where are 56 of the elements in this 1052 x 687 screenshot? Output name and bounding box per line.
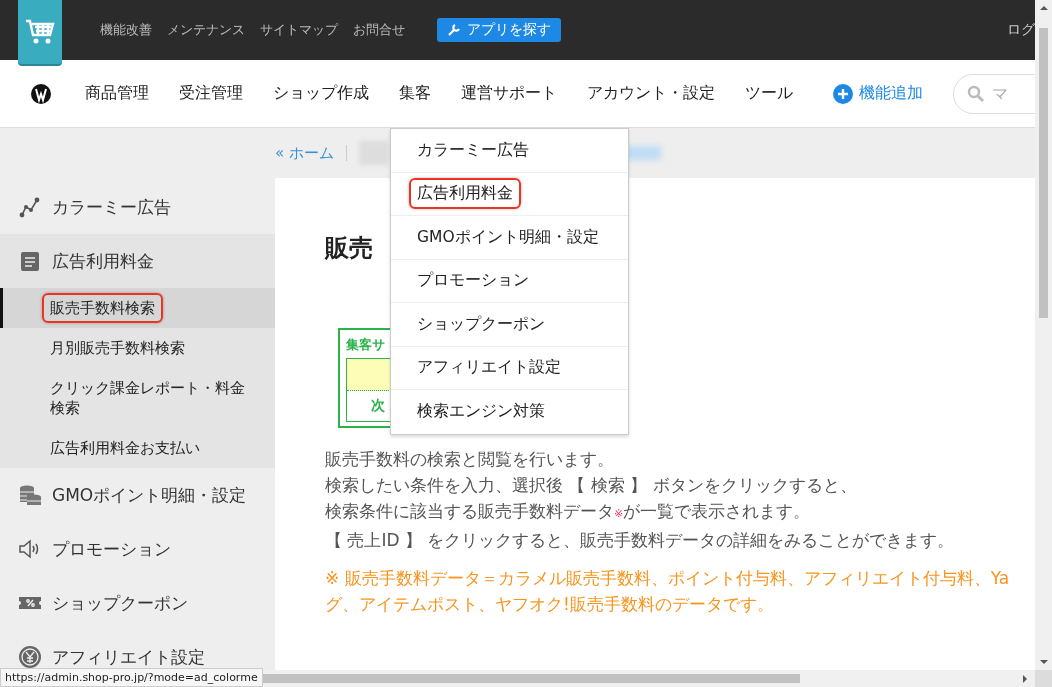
description-text: 【 売上ID 】 をクリックすると、販売手数料データの詳細をみることができます。 bbox=[325, 529, 955, 552]
coins-icon bbox=[18, 483, 42, 507]
nav-menu-item[interactable]: 集客 bbox=[399, 83, 431, 104]
nav-menu-item[interactable]: ショップ作成 bbox=[273, 83, 369, 104]
sidebar-subitem[interactable]: 販売手数料検索 bbox=[0, 288, 275, 328]
sidebar-item[interactable]: プロモーション bbox=[0, 522, 275, 576]
description-text: 検索条件に該当する販売手数料データ※が一覧で表示されます。 bbox=[325, 500, 811, 523]
scrollbar-corner bbox=[1035, 670, 1052, 687]
dropdown-item[interactable]: ショップクーポン bbox=[391, 303, 628, 347]
sidebar-item[interactable]: GMOポイント明細・設定 bbox=[0, 468, 275, 522]
note-text: グ、アイテムポスト、ヤフオク!販売手数料のデータです。 bbox=[325, 593, 774, 616]
line-chart-icon bbox=[18, 195, 42, 219]
scroll-down-icon[interactable] bbox=[1039, 658, 1048, 666]
search-icon bbox=[967, 84, 985, 103]
dropdown-item[interactable]: 広告利用料金 bbox=[391, 172, 628, 216]
notepad-icon bbox=[18, 249, 42, 273]
sidebar-item[interactable]: アフィリエイト設定 bbox=[0, 630, 275, 670]
dropdown-item[interactable]: アフィリエイト設定 bbox=[391, 346, 628, 390]
nav-menu-item[interactable]: 運営サポート bbox=[461, 83, 557, 104]
app-search-button[interactable]: アプリを探す bbox=[437, 18, 561, 42]
header-link[interactable]: メンテナンス bbox=[167, 21, 245, 39]
login-link[interactable]: ログ bbox=[1007, 21, 1035, 39]
sidebar-subitem[interactable]: 広告利用料金お支払い bbox=[0, 428, 275, 468]
nav-menu-item[interactable]: 受注管理 bbox=[179, 83, 243, 104]
header-link[interactable]: サイトマップ bbox=[260, 21, 338, 39]
nav-menu-item[interactable]: 商品管理 bbox=[85, 83, 149, 104]
sidebar-item[interactable]: ショップクーポン bbox=[0, 576, 275, 630]
redacted-text bbox=[358, 141, 389, 165]
scroll-up-icon[interactable] bbox=[1039, 4, 1048, 12]
description-text: 検索したい条件を入力、選択後 【 検索 】 ボタンをクリックすると、 bbox=[325, 474, 857, 497]
url-tooltip: https://admin.shop-pro.jp/?mode=ad_colorme bbox=[0, 668, 263, 687]
note-text: ※ 販売手数料データ＝カラメル販売手数料、ポイント付与料、アフィリエイト付与料、Ya bbox=[325, 567, 1010, 590]
plus-icon bbox=[833, 83, 853, 104]
cart-logo[interactable] bbox=[18, 0, 62, 64]
dropdown-item[interactable]: プロモーション bbox=[391, 259, 628, 303]
wrench-icon bbox=[447, 23, 461, 37]
search-field[interactable]: マ bbox=[953, 73, 1035, 114]
scrollbar-thumb[interactable] bbox=[1039, 28, 1048, 318]
description-text: 販売手数料の検索と閲覧を行います。 bbox=[325, 448, 614, 471]
sidebar-subitem[interactable]: 月別販売手数料検索 bbox=[0, 328, 275, 368]
brand-logo[interactable] bbox=[30, 82, 52, 105]
sidebar-item[interactable]: カラーミー広告 bbox=[0, 180, 275, 234]
header-link[interactable]: お問合せ bbox=[353, 21, 405, 39]
add-feature-button[interactable]: 機能追加 bbox=[833, 83, 923, 104]
dropdown-item[interactable]: GMOポイント明細・設定 bbox=[391, 216, 628, 260]
nav-menu-item[interactable]: アカウント・設定 bbox=[587, 83, 715, 104]
dropdown-item[interactable]: 検索エンジン対策 bbox=[391, 390, 628, 434]
scrollbar-thumb[interactable] bbox=[260, 674, 800, 683]
nav-menu-item[interactable]: ツール bbox=[745, 83, 793, 104]
dropdown-item[interactable]: カラーミー広告 bbox=[391, 129, 628, 173]
scroll-right-icon[interactable] bbox=[1021, 674, 1029, 683]
page-title: 販売 bbox=[325, 233, 373, 264]
sidebar-subitem[interactable]: クリック課金レポート・料金検索 bbox=[0, 368, 275, 428]
header-link[interactable]: 機能改善 bbox=[100, 21, 152, 39]
yen-coin-icon bbox=[18, 645, 42, 669]
notice-title: 集客サ bbox=[346, 336, 385, 354]
